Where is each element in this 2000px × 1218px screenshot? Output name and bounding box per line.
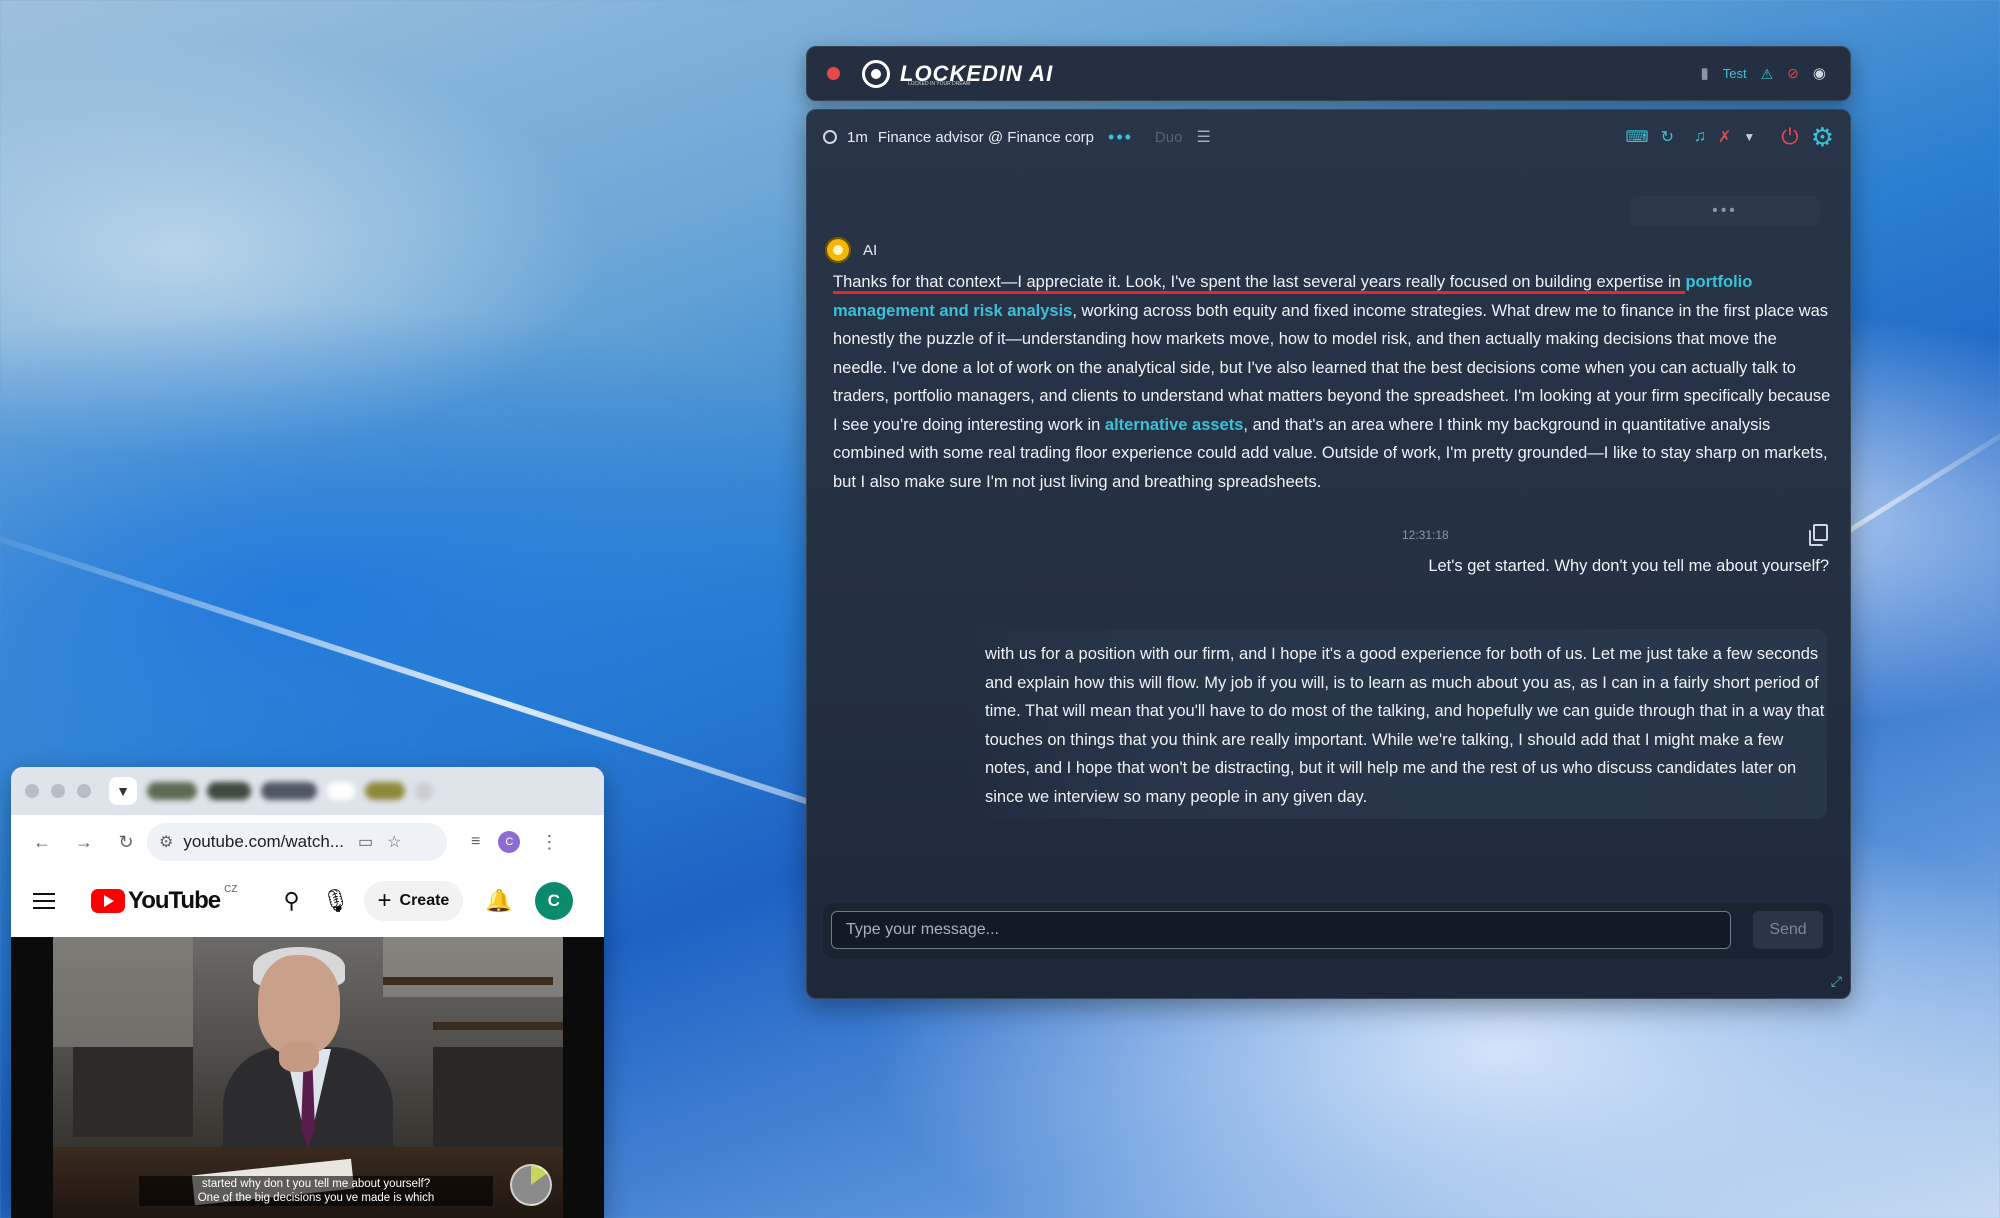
ai-highlight-alternative-assets: alternative assets <box>1104 415 1244 434</box>
clock-icon <box>823 130 837 144</box>
video-player[interactable]: started why don t you tell me about your… <box>11 937 604 1218</box>
session-title: Finance advisor @ Finance corp <box>877 128 1095 146</box>
create-label: Create <box>399 892 450 909</box>
forward-arrow-icon[interactable]: → <box>63 832 105 853</box>
reload-icon[interactable]: ↻ <box>105 832 147 853</box>
menu-icon[interactable] <box>33 893 55 909</box>
create-button[interactable]: + Create <box>363 881 464 921</box>
youtube-logo[interactable]: YouTube CZ <box>91 883 238 915</box>
lockedin-title-bar[interactable]: LOCKEDIN AI ▮ Test ⚠ ⊘ ◉ <box>806 46 1851 101</box>
address-row: ← → ↻ ⚙ youtube.com/watch... ▭ ☆ ≡ C ⋮ <box>11 815 604 869</box>
wallpaper-streak-right <box>1828 407 2000 545</box>
url-text[interactable]: youtube.com/watch... <box>183 832 344 852</box>
chat-input-area: Send <box>823 903 1833 959</box>
search-icon[interactable]: ⚲ <box>283 888 299 914</box>
caption-line: started why don t you tell me about your… <box>201 1178 431 1190</box>
app-subtitle: LOCKED IN YOUR DREAM <box>908 81 971 87</box>
blurred-tab[interactable] <box>207 782 251 800</box>
ghost-mode-icon[interactable]: ▮ <box>1701 66 1709 81</box>
reading-list-icon[interactable]: ≡ <box>471 833 480 851</box>
test-mode-label[interactable]: Test <box>1723 66 1747 81</box>
chevron-down-icon[interactable]: ▼ <box>1743 130 1755 144</box>
message-input[interactable] <box>831 911 1731 949</box>
caption-line: One of the big decisions you ve made is … <box>197 1192 435 1204</box>
blurred-tab[interactable] <box>327 782 355 800</box>
lockedin-logo-icon <box>862 59 890 88</box>
block-icon[interactable]: ⊘ <box>1787 65 1799 82</box>
youtube-wordmark: YouTube <box>128 887 221 914</box>
minimize-window-button[interactable] <box>51 784 65 798</box>
youtube-account-avatar[interactable]: C <box>534 882 573 920</box>
more-vert-icon[interactable]: ⋮ <box>540 832 558 853</box>
blurred-tab[interactable] <box>261 782 317 800</box>
power-icon[interactable]: ⏻ <box>1781 124 1798 150</box>
microphone-icon[interactable]: 🎙 <box>322 888 350 914</box>
youtube-header: YouTube CZ ⚲ 🎙 + Create 🔔 C <box>11 869 604 933</box>
session-toolbar: 1m Finance advisor @ Finance corp ••• Du… <box>823 122 1834 153</box>
headphones-icon[interactable]: ♫ <box>1694 128 1706 146</box>
lockedin-main-panel: 1m Finance advisor @ Finance corp ••• Du… <box>806 109 1851 999</box>
gear-icon[interactable]: ⚙ <box>1811 122 1834 153</box>
blurred-tab[interactable] <box>415 782 433 800</box>
mic-off-icon[interactable]: ✗ <box>1718 127 1731 147</box>
ai-avatar <box>825 237 851 263</box>
close-window-button[interactable] <box>25 784 39 798</box>
message-timestamp: 12:31:18 <box>1402 528 1449 542</box>
address-bar[interactable]: ⚙ youtube.com/watch... ▭ ☆ <box>147 823 447 861</box>
blurred-tab[interactable] <box>147 782 197 800</box>
sliders-icon[interactable]: ☰ <box>1196 127 1210 147</box>
copy-icon[interactable] <box>1809 524 1828 546</box>
tab-search-icon[interactable]: ▼ <box>109 777 137 805</box>
ai-label: AI <box>863 242 878 259</box>
refresh-icon[interactable]: ↻ <box>1661 127 1674 147</box>
duo-toggle[interactable]: Duo <box>1155 129 1183 146</box>
notifications-bell-icon[interactable]: 🔔 <box>485 888 512 914</box>
interviewer-transcript: with us for a position with our firm, an… <box>985 645 1825 806</box>
typing-indicator: ••• <box>1630 196 1820 226</box>
user-message: Let's get started. Why don't you tell me… <box>1428 557 1829 575</box>
close-app-button[interactable] <box>827 67 840 80</box>
ai-response-text: , working across both equity and fixed i… <box>833 301 1831 434</box>
eye-icon[interactable]: ◉ <box>1813 66 1826 81</box>
session-duration: 1m <box>847 128 868 146</box>
back-arrow-icon[interactable]: ← <box>21 832 63 853</box>
resize-icon[interactable]: ⤢ <box>1831 973 1842 990</box>
blurred-tab[interactable] <box>365 782 405 800</box>
browser-window: ▼ ← → ↻ ⚙ youtube.com/watch... ▭ ☆ ≡ C ⋮… <box>11 767 604 1218</box>
maximize-window-button[interactable] <box>77 784 91 798</box>
plus-icon: + <box>377 887 392 914</box>
pin-icon[interactable]: ⚠ <box>1761 67 1774 81</box>
profile-avatar[interactable]: C <box>498 831 521 853</box>
youtube-play-icon <box>91 889 125 913</box>
keyboard-icon[interactable]: ⌨ <box>1625 127 1648 147</box>
ai-response-text: Thanks for that context—I appreciate it.… <box>833 273 1686 294</box>
ai-response: Thanks for that context—I appreciate it.… <box>833 268 1833 496</box>
browser-tab-bar: ▼ <box>11 767 604 815</box>
more-dots-icon[interactable]: ••• <box>1108 127 1133 148</box>
send-button[interactable]: Send <box>1753 911 1823 949</box>
site-settings-icon[interactable]: ⚙ <box>159 832 173 852</box>
region-label: CZ <box>224 883 238 895</box>
star-icon[interactable]: ☆ <box>387 832 401 852</box>
install-icon[interactable]: ▭ <box>358 832 373 852</box>
video-progress-indicator <box>510 1164 552 1206</box>
video-captions: started why don t you tell me about your… <box>139 1176 493 1206</box>
